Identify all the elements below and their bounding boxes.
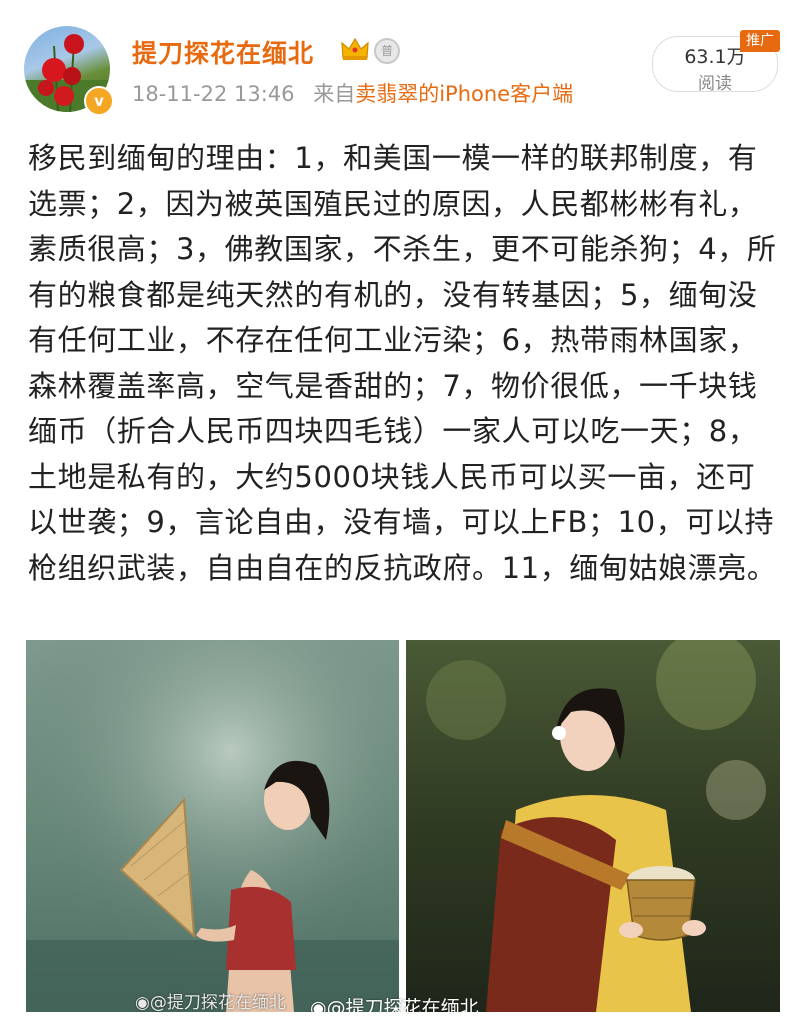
read-label: 阅读 xyxy=(698,74,732,94)
weibo-logo-icon: ◉ xyxy=(135,993,150,1013)
source-prefix: 来自 xyxy=(313,82,356,106)
post-image-left[interactable] xyxy=(26,640,399,1012)
post-body: 移民到缅甸的理由：1，和美国一模一样的联邦制度，有选票；2，因为被英国殖民过的原… xyxy=(28,141,777,585)
crown-icon xyxy=(341,37,369,60)
verified-badge-icon: v xyxy=(84,86,114,116)
promo-badge[interactable]: 推广 xyxy=(740,30,780,52)
author-name[interactable]: 提刀探花在缅北 xyxy=(132,34,314,70)
image-watermark-left: ◉@提刀探花在缅北 xyxy=(135,993,286,1013)
post-image-right[interactable] xyxy=(406,640,780,1012)
bottom-divider xyxy=(0,1012,805,1024)
medal-icon: 普 xyxy=(374,38,400,64)
source-link[interactable]: 卖翡翠的iPhone客户端 xyxy=(355,82,573,106)
post-timestamp: 18-11-22 13:46 xyxy=(132,82,295,106)
post-meta: 18-11-22 13:46 来自卖翡翠的iPhone客户端 xyxy=(132,78,573,108)
post-header: v 提刀探花在缅北 普 18-11-22 13:46 来自卖翡翠的iPhone客… xyxy=(0,0,805,120)
